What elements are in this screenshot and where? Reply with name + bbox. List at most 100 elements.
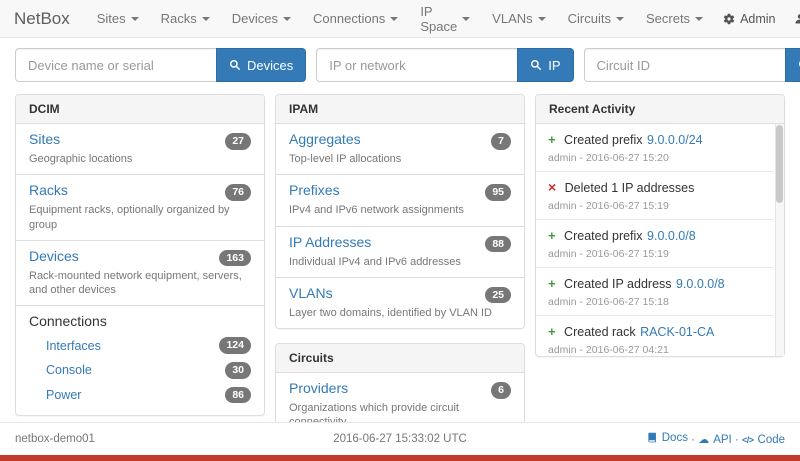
- circuit-search-group: Circuits: [584, 48, 800, 82]
- list-item: 95 Prefixes IPv4 and IPv6 network assign…: [276, 174, 524, 225]
- nav-menu-label: IP Space: [420, 4, 457, 34]
- nav-sites[interactable]: Sites: [86, 0, 150, 37]
- admin-link[interactable]: Admin: [714, 0, 784, 37]
- footer-links: Docs API Code: [528, 432, 785, 447]
- panel-recent-activity: Recent Activity + Created prefix 9.0.0.0…: [535, 94, 785, 357]
- activity-object-link[interactable]: 9.0.0.0/24: [647, 133, 703, 147]
- nav-menus: Sites Racks Devices Connections IP Space: [86, 0, 714, 37]
- interfaces-link[interactable]: Interfaces: [46, 339, 219, 353]
- activity-object-link[interactable]: 9.0.0.0/8: [647, 229, 696, 243]
- column-activity: Recent Activity + Created prefix 9.0.0.0…: [535, 94, 785, 461]
- circuit-search-button[interactable]: Circuits: [785, 48, 800, 82]
- list-item: 163 Devices Rack-mounted network equipme…: [16, 240, 264, 306]
- footer-link-wrap: Code: [742, 434, 785, 446]
- footer-link-wrap: API: [698, 434, 739, 446]
- nav-menu-label: Circuits: [568, 11, 611, 26]
- footer-link-label: Docs: [662, 432, 688, 444]
- search-icon: [530, 59, 542, 71]
- panel-dcim: DCIM 27 Sites Geographic locations 76 Ra…: [15, 94, 265, 416]
- panel-circuits-title: Circuits: [276, 344, 524, 373]
- connections-title: Connections: [16, 313, 264, 333]
- cloud-icon: [698, 433, 709, 446]
- nav-menu-label: Connections: [313, 11, 385, 26]
- sites-link[interactable]: Sites: [29, 131, 60, 147]
- footer: netbox-demo01 2016-06-27 15:33:02 UTC Do…: [0, 422, 800, 456]
- ip-search-input[interactable]: [316, 48, 517, 82]
- plus-icon: +: [548, 276, 556, 291]
- list-item: 27 Sites Geographic locations: [16, 124, 264, 174]
- nav-circuits[interactable]: Circuits: [557, 0, 635, 37]
- list-item: 88 IP Addresses Individual IPv4 and IPv6…: [276, 226, 524, 277]
- book-icon: [647, 432, 658, 443]
- circuit-search-input[interactable]: [584, 48, 785, 82]
- nav-menu-label: Sites: [97, 11, 126, 26]
- nav-menu-label: VLANs: [492, 11, 532, 26]
- panel-dcim-title: DCIM: [16, 95, 264, 124]
- column-dcim: DCIM 27 Sites Geographic locations 76 Ra…: [15, 94, 265, 461]
- count-badge: 6: [491, 382, 511, 399]
- aggregates-link[interactable]: Aggregates: [289, 131, 361, 147]
- footer-timestamp: 2016-06-27 15:33:02 UTC: [272, 433, 529, 445]
- activity-row: + Created rack RACK-01-CA admin - 2016-0…: [536, 315, 774, 356]
- chevron-down-icon: [538, 17, 546, 21]
- count-badge: 86: [225, 387, 251, 404]
- chevron-down-icon: [390, 17, 398, 21]
- code-link[interactable]: Code: [742, 434, 785, 446]
- device-search-button[interactable]: Devices: [216, 48, 306, 82]
- item-description: Geographic locations: [29, 152, 251, 166]
- nav-menu-label: Devices: [232, 11, 278, 26]
- nav-ip-space[interactable]: IP Space: [409, 0, 481, 37]
- vlans-link[interactable]: VLANs: [289, 285, 333, 301]
- user-icon: [794, 13, 800, 25]
- bottom-red-bar: [0, 455, 800, 461]
- connections-list: Interfaces 124 Console 30 Power 86: [16, 333, 264, 407]
- console-link[interactable]: Console: [46, 363, 225, 377]
- plus-icon: +: [548, 132, 556, 147]
- device-search-input[interactable]: [15, 48, 216, 82]
- footer-link-label: Code: [758, 434, 786, 446]
- nav-connections[interactable]: Connections: [302, 0, 409, 37]
- activity-meta: admin - 2016-06-27 15:19: [548, 248, 768, 260]
- connection-row: Power 86: [16, 383, 264, 408]
- list-item: 7 Aggregates Top-level IP allocations: [276, 124, 524, 174]
- ip-addresses-link[interactable]: IP Addresses: [289, 234, 371, 250]
- activity-object-link[interactable]: RACK-01-CA: [640, 325, 714, 339]
- profile-link[interactable]: Profile: [785, 0, 800, 37]
- scrollbar[interactable]: [775, 124, 784, 356]
- panel-ipam: IPAM 7 Aggregates Top-level IP allocatio…: [275, 94, 525, 329]
- nav-racks[interactable]: Racks: [150, 0, 221, 37]
- dcim-list: 27 Sites Geographic locations 76 Racks E…: [16, 124, 264, 305]
- connection-row: Interfaces 124: [16, 333, 264, 358]
- scrollbar-thumb[interactable]: [776, 125, 783, 203]
- devices-link[interactable]: Devices: [29, 248, 79, 264]
- activity-row: + Created IP address 9.0.0.0/8 admin - 2…: [536, 267, 774, 315]
- activity-object-link[interactable]: 9.0.0.0/8: [676, 277, 725, 291]
- delete-x-icon: ×: [548, 182, 556, 192]
- ip-search-button[interactable]: IP: [517, 48, 573, 82]
- item-description: Top-level IP allocations: [289, 152, 511, 166]
- count-badge: 27: [225, 133, 251, 150]
- navbar: NetBox Sites Racks Devices Connections: [0, 0, 800, 38]
- netbox-brand[interactable]: NetBox: [14, 9, 70, 29]
- item-description: Equipment racks, optionally organized by…: [29, 203, 251, 232]
- docs-link[interactable]: Docs: [647, 432, 688, 444]
- item-description: Layer two domains, identified by VLAN ID: [289, 306, 511, 320]
- nav-devices[interactable]: Devices: [221, 0, 302, 37]
- device-search-button-label: Devices: [247, 58, 293, 73]
- list-item: 76 Racks Equipment racks, optionally org…: [16, 174, 264, 240]
- panel-recent-activity-title: Recent Activity: [536, 95, 784, 124]
- admin-label: Admin: [740, 12, 775, 26]
- providers-link[interactable]: Providers: [289, 380, 348, 396]
- code-icon: [742, 434, 754, 446]
- racks-link[interactable]: Racks: [29, 182, 68, 198]
- count-badge: 76: [225, 184, 251, 201]
- activity-row: + Created prefix 9.0.0.0/8 admin - 2016-…: [536, 219, 774, 267]
- device-search-group: Devices: [15, 48, 306, 82]
- power-link[interactable]: Power: [46, 388, 225, 402]
- connections-block: Connections Interfaces 124 Console 30: [16, 305, 264, 415]
- nav-vlans[interactable]: VLANs: [481, 0, 556, 37]
- api-link[interactable]: API: [698, 433, 732, 446]
- activity-row: × Deleted 1 IP addresses admin - 2016-06…: [536, 171, 774, 219]
- prefixes-link[interactable]: Prefixes: [289, 182, 340, 198]
- nav-secrets[interactable]: Secrets: [635, 0, 714, 37]
